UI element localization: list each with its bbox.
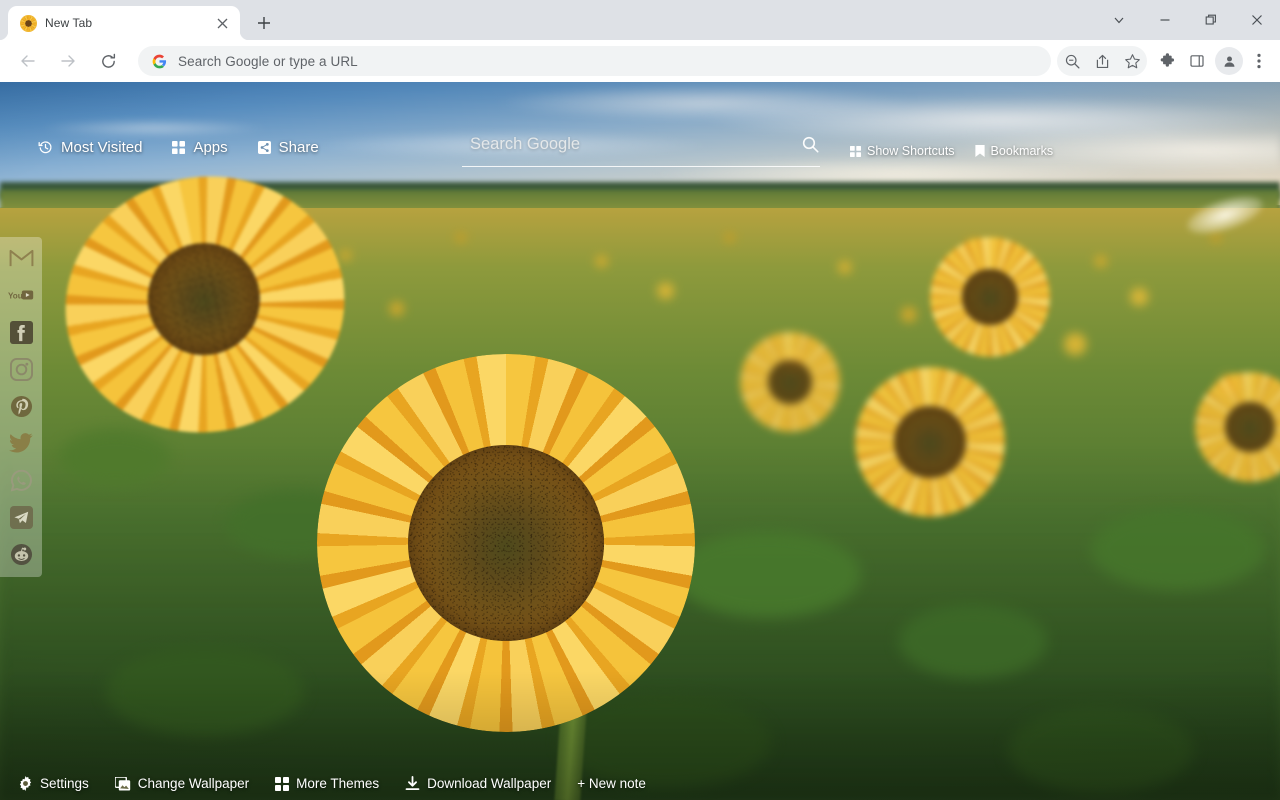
new-note-button[interactable]: + New note bbox=[577, 776, 646, 791]
three-dot-menu-icon[interactable] bbox=[1246, 46, 1272, 76]
minimize-icon[interactable] bbox=[1142, 0, 1188, 40]
toolbar-actions bbox=[1057, 46, 1272, 76]
bottom-bar: Settings Change Wallpaper More Themes Do… bbox=[18, 776, 646, 791]
ntp-overlay: Most Visited Apps Share Search Google Sh… bbox=[0, 82, 1280, 800]
grid-icon bbox=[275, 776, 290, 791]
most-visited-label: Most Visited bbox=[61, 139, 143, 156]
grid-icon bbox=[850, 145, 861, 157]
pinterest-icon[interactable] bbox=[8, 393, 34, 419]
tab-new-tab[interactable]: New Tab bbox=[8, 6, 240, 40]
bookmark-star-icon[interactable] bbox=[1117, 46, 1147, 76]
apps-button[interactable]: Apps bbox=[172, 139, 228, 156]
bookmarks-label: Bookmarks bbox=[990, 144, 1054, 158]
search-input[interactable]: Search Google bbox=[462, 135, 801, 154]
sunflower-favicon bbox=[20, 14, 37, 32]
show-shortcuts-label: Show Shortcuts bbox=[867, 144, 955, 158]
apps-label: Apps bbox=[193, 139, 228, 156]
gmail-icon[interactable] bbox=[8, 245, 34, 271]
images-icon bbox=[114, 776, 131, 791]
right-links: Show Shortcuts Bookmarks bbox=[850, 144, 1053, 158]
download-wallpaper-button[interactable]: Download Wallpaper bbox=[405, 776, 551, 791]
share-icon bbox=[257, 141, 271, 154]
omnibox-action-group bbox=[1057, 46, 1147, 76]
restore-icon[interactable] bbox=[1188, 0, 1234, 40]
bookmark-icon bbox=[974, 145, 985, 157]
close-icon[interactable] bbox=[212, 13, 232, 33]
ntp-search: Search Google bbox=[462, 130, 820, 167]
reload-icon[interactable] bbox=[92, 45, 124, 77]
show-shortcuts-button[interactable]: Show Shortcuts bbox=[850, 144, 955, 158]
more-themes-label: More Themes bbox=[296, 776, 380, 791]
forward-arrow-icon[interactable] bbox=[52, 45, 84, 77]
instagram-icon[interactable] bbox=[8, 356, 34, 382]
facebook-icon[interactable] bbox=[8, 319, 34, 345]
window-controls bbox=[1096, 0, 1280, 40]
change-wallpaper-label: Change Wallpaper bbox=[137, 776, 250, 791]
download-icon bbox=[405, 776, 420, 791]
svg-text:You: You bbox=[8, 291, 23, 300]
change-wallpaper-button[interactable]: Change Wallpaper bbox=[114, 776, 250, 791]
tab-title: New Tab bbox=[45, 16, 93, 30]
share-label: Share bbox=[278, 139, 319, 156]
profile-avatar-icon[interactable] bbox=[1215, 47, 1243, 75]
google-g-icon bbox=[152, 54, 167, 69]
more-themes-button[interactable]: More Themes bbox=[275, 776, 379, 791]
top-links: Most Visited Apps Share bbox=[38, 139, 319, 156]
browser-window: New Tab Search Google or type a URL Most… bbox=[0, 0, 1280, 800]
new-tab-button[interactable] bbox=[250, 9, 278, 37]
close-icon[interactable] bbox=[1234, 0, 1280, 40]
chevron-down-icon[interactable] bbox=[1096, 0, 1142, 40]
address-bar-text: Search Google or type a URL bbox=[178, 53, 358, 69]
download-wallpaper-label: Download Wallpaper bbox=[427, 776, 552, 791]
share-icon[interactable] bbox=[1087, 46, 1117, 76]
share-button[interactable]: Share bbox=[257, 139, 319, 156]
zoom-out-search-icon[interactable] bbox=[1057, 46, 1087, 76]
tab-strip: New Tab bbox=[0, 0, 1280, 40]
search-icon[interactable] bbox=[801, 135, 820, 154]
gear-icon bbox=[18, 776, 33, 791]
whatsapp-icon[interactable] bbox=[8, 467, 34, 493]
search-underline bbox=[462, 166, 820, 167]
grid-icon bbox=[172, 141, 186, 154]
twitter-icon[interactable] bbox=[8, 430, 34, 456]
browser-toolbar: Search Google or type a URL bbox=[0, 40, 1280, 82]
new-tab-page: Most Visited Apps Share Search Google Sh… bbox=[0, 82, 1280, 800]
extensions-puzzle-icon[interactable] bbox=[1152, 46, 1182, 76]
back-arrow-icon[interactable] bbox=[12, 45, 44, 77]
settings-button[interactable]: Settings bbox=[18, 776, 89, 791]
telegram-icon[interactable] bbox=[8, 504, 34, 530]
youtube-icon[interactable]: You bbox=[8, 282, 34, 308]
most-visited-button[interactable]: Most Visited bbox=[38, 139, 142, 156]
bookmarks-button[interactable]: Bookmarks bbox=[974, 144, 1054, 158]
history-icon bbox=[38, 140, 53, 155]
side-panel-icon[interactable] bbox=[1182, 46, 1212, 76]
new-note-label: + New note bbox=[577, 776, 646, 791]
address-bar[interactable]: Search Google or type a URL bbox=[138, 46, 1051, 76]
settings-label: Settings bbox=[40, 776, 89, 791]
social-sidebar: You bbox=[0, 237, 42, 577]
reddit-icon[interactable] bbox=[8, 541, 34, 567]
